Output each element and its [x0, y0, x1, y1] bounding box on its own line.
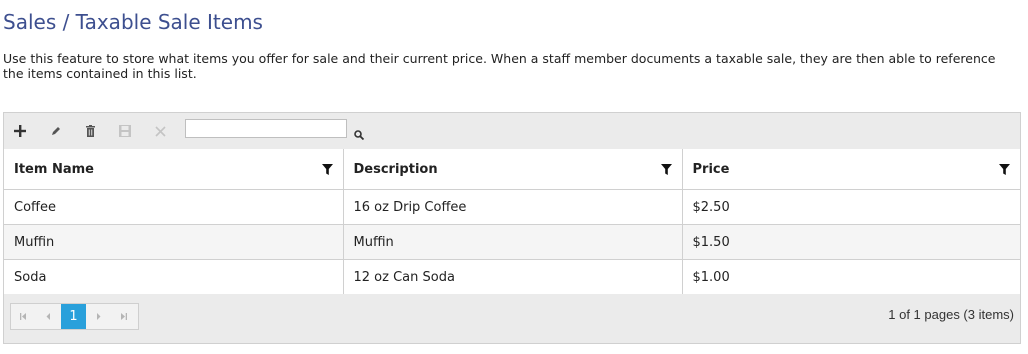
- save-button[interactable]: [115, 121, 135, 141]
- last-page-button[interactable]: [111, 304, 136, 329]
- item-name-cell[interactable]: Coffee: [4, 189, 344, 225]
- column-header-description[interactable]: Description: [343, 149, 683, 190]
- plus-icon: [14, 125, 26, 137]
- first-page-button[interactable]: [11, 304, 36, 329]
- item-name-cell[interactable]: Muffin: [4, 224, 344, 260]
- trash-icon: [85, 125, 95, 137]
- column-header-label: Description: [353, 161, 438, 177]
- column-header-item-name[interactable]: Item Name: [4, 149, 344, 190]
- prev-page-button[interactable]: [36, 304, 61, 329]
- save-icon: [119, 125, 131, 137]
- search-button[interactable]: [354, 125, 365, 144]
- price-cell[interactable]: $1.50: [682, 224, 1020, 260]
- filter-icon[interactable]: [660, 163, 672, 175]
- chevron-right-icon: [97, 313, 101, 320]
- items-grid: Item Name Description Price Coffee 16 oz…: [3, 112, 1021, 344]
- column-header-price[interactable]: Price: [682, 149, 1020, 190]
- filter-icon[interactable]: [321, 163, 333, 175]
- add-button[interactable]: [10, 121, 30, 141]
- next-page-button[interactable]: [86, 304, 111, 329]
- cancel-button[interactable]: [150, 121, 170, 141]
- cancel-icon: [154, 125, 166, 137]
- pager: 1 1 of 1 pages (3 items): [4, 294, 1020, 343]
- pager-controls: 1: [10, 303, 139, 330]
- pager-info: 1 of 1 pages (3 items): [888, 307, 1014, 322]
- page-title: Sales / Taxable Sale Items: [3, 10, 263, 34]
- table-row[interactable]: Muffin Muffin $1.50: [4, 224, 1020, 260]
- column-header-label: Price: [692, 161, 730, 177]
- filter-icon[interactable]: [999, 163, 1010, 175]
- page-description: Use this feature to store what items you…: [3, 51, 996, 81]
- last-page-icon: [121, 313, 127, 320]
- page-number-button[interactable]: 1: [61, 304, 86, 329]
- description-cell[interactable]: 12 oz Can Soda: [343, 259, 683, 295]
- table-row[interactable]: Coffee 16 oz Drip Coffee $2.50: [4, 189, 1020, 225]
- table-row[interactable]: Soda 12 oz Can Soda $1.00: [4, 259, 1020, 295]
- items-table: Item Name Description Price Coffee 16 oz…: [4, 149, 1020, 295]
- table-header-row: Item Name Description Price: [4, 149, 1020, 190]
- price-cell[interactable]: $1.00: [682, 259, 1020, 295]
- item-name-cell[interactable]: Soda: [4, 259, 344, 295]
- search-input[interactable]: [185, 119, 347, 138]
- column-header-label: Item Name: [14, 161, 94, 177]
- description-cell[interactable]: Muffin: [343, 224, 683, 260]
- description-cell[interactable]: 16 oz Drip Coffee: [343, 189, 683, 225]
- delete-button[interactable]: [80, 121, 100, 141]
- grid-toolbar: [4, 113, 1020, 150]
- price-cell[interactable]: $2.50: [682, 189, 1020, 225]
- pencil-icon: [52, 127, 60, 135]
- chevron-left-icon: [46, 313, 50, 320]
- edit-button[interactable]: [46, 121, 66, 141]
- search-icon: [354, 130, 365, 141]
- first-page-icon: [20, 313, 26, 320]
